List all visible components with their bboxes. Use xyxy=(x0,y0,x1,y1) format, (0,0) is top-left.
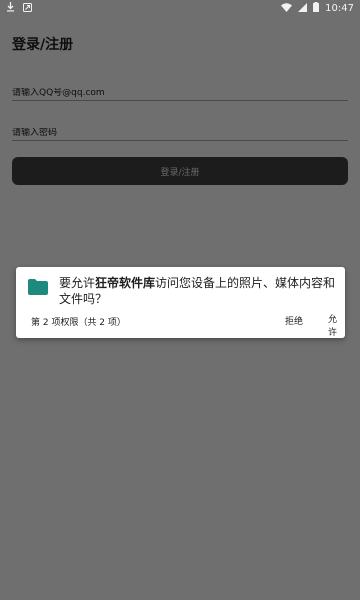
allow-button[interactable]: 允许 xyxy=(320,312,345,338)
permission-dialog: 要允许狂帝软件库访问您设备上的照片、媒体内容和文件吗？ 第 2 项权限（共 2 … xyxy=(16,267,345,338)
page-title: 登录/注册 xyxy=(12,37,74,53)
dialog-message: 要允许狂帝软件库访问您设备上的照片、媒体内容和文件吗？ xyxy=(59,275,339,307)
permission-count: 第 2 项权限（共 2 项） xyxy=(31,318,126,328)
app-notification-icon xyxy=(23,2,32,15)
status-time: 10:47 xyxy=(325,3,354,14)
login-register-button[interactable]: 登录/注册 xyxy=(12,157,348,185)
password-input[interactable] xyxy=(12,128,348,138)
message-prefix: 要允许 xyxy=(59,276,96,290)
password-field xyxy=(12,120,348,141)
download-icon xyxy=(6,2,15,15)
folder-icon xyxy=(28,279,48,295)
wifi-icon xyxy=(281,2,293,15)
status-bar: 10:47 xyxy=(0,0,360,18)
deny-button[interactable]: 拒绝 xyxy=(281,312,307,328)
app-name: 狂帝软件库 xyxy=(95,276,156,290)
battery-icon xyxy=(313,2,320,15)
account-input[interactable] xyxy=(12,88,348,98)
status-bar-left xyxy=(6,2,32,15)
signal-icon xyxy=(298,2,308,15)
account-field xyxy=(12,80,348,101)
status-bar-right: 10:47 xyxy=(281,2,354,15)
